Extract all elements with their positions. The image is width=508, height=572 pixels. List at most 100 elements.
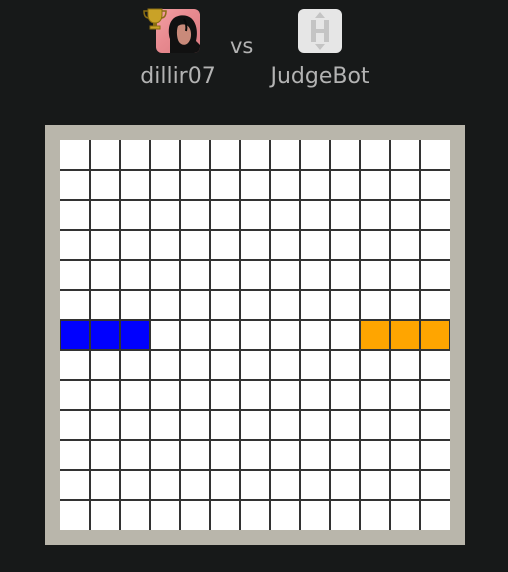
board-cell-5-12[interactable] — [420, 290, 450, 320]
board-cell-12-2[interactable] — [120, 500, 150, 530]
board-cell-7-6[interactable] — [240, 350, 270, 380]
board-cell-1-12[interactable] — [420, 170, 450, 200]
board-cell-9-7[interactable] — [270, 410, 300, 440]
board-cell-3-1[interactable] — [90, 230, 120, 260]
board-cell-4-7[interactable] — [270, 260, 300, 290]
board-cell-0-11[interactable] — [390, 140, 420, 170]
board-cell-12-12[interactable] — [420, 500, 450, 530]
board-cell-1-1[interactable] — [90, 170, 120, 200]
board-cell-7-9[interactable] — [330, 350, 360, 380]
board-cell-2-10[interactable] — [360, 200, 390, 230]
board-cell-9-8[interactable] — [300, 410, 330, 440]
board-cell-5-1[interactable] — [90, 290, 120, 320]
board-cell-8-12[interactable] — [420, 380, 450, 410]
board-cell-9-5[interactable] — [210, 410, 240, 440]
board-cell-10-2[interactable] — [120, 440, 150, 470]
board-cell-8-4[interactable] — [180, 380, 210, 410]
board-cell-6-9[interactable] — [330, 320, 360, 350]
board-cell-3-12[interactable] — [420, 230, 450, 260]
board-cell-10-7[interactable] — [270, 440, 300, 470]
board-cell-0-5[interactable] — [210, 140, 240, 170]
board-cell-5-8[interactable] — [300, 290, 330, 320]
board-cell-3-6[interactable] — [240, 230, 270, 260]
game-board[interactable] — [60, 140, 450, 530]
board-cell-6-3[interactable] — [150, 320, 180, 350]
board-cell-4-8[interactable] — [300, 260, 330, 290]
board-cell-1-2[interactable] — [120, 170, 150, 200]
board-cell-12-10[interactable] — [360, 500, 390, 530]
board-cell-9-4[interactable] — [180, 410, 210, 440]
board-cell-2-8[interactable] — [300, 200, 330, 230]
board-cell-3-10[interactable] — [360, 230, 390, 260]
board-cell-10-4[interactable] — [180, 440, 210, 470]
board-cell-1-10[interactable] — [360, 170, 390, 200]
board-cell-5-10[interactable] — [360, 290, 390, 320]
board-cell-5-0[interactable] — [60, 290, 90, 320]
board-cell-10-0[interactable] — [60, 440, 90, 470]
board-cell-3-5[interactable] — [210, 230, 240, 260]
board-cell-12-5[interactable] — [210, 500, 240, 530]
board-cell-0-9[interactable] — [330, 140, 360, 170]
board-cell-1-3[interactable] — [150, 170, 180, 200]
board-cell-6-7[interactable] — [270, 320, 300, 350]
board-cell-0-12[interactable] — [420, 140, 450, 170]
board-cell-11-11[interactable] — [390, 470, 420, 500]
board-cell-8-7[interactable] — [270, 380, 300, 410]
board-cell-3-9[interactable] — [330, 230, 360, 260]
board-cell-10-11[interactable] — [390, 440, 420, 470]
board-cell-9-6[interactable] — [240, 410, 270, 440]
board-cell-11-1[interactable] — [90, 470, 120, 500]
board-cell-10-3[interactable] — [150, 440, 180, 470]
board-cell-8-11[interactable] — [390, 380, 420, 410]
board-cell-8-6[interactable] — [240, 380, 270, 410]
board-cell-7-1[interactable] — [90, 350, 120, 380]
board-cell-1-0[interactable] — [60, 170, 90, 200]
board-cell-8-5[interactable] — [210, 380, 240, 410]
board-cell-7-4[interactable] — [180, 350, 210, 380]
board-cell-7-11[interactable] — [390, 350, 420, 380]
board-cell-0-8[interactable] — [300, 140, 330, 170]
board-cell-7-10[interactable] — [360, 350, 390, 380]
board-cell-9-12[interactable] — [420, 410, 450, 440]
board-cell-4-5[interactable] — [210, 260, 240, 290]
board-cell-6-8[interactable] — [300, 320, 330, 350]
board-cell-7-7[interactable] — [270, 350, 300, 380]
board-cell-3-7[interactable] — [270, 230, 300, 260]
board-cell-2-1[interactable] — [90, 200, 120, 230]
board-cell-1-8[interactable] — [300, 170, 330, 200]
board-cell-10-9[interactable] — [330, 440, 360, 470]
board-cell-4-11[interactable] — [390, 260, 420, 290]
board-cell-9-11[interactable] — [390, 410, 420, 440]
board-cell-12-6[interactable] — [240, 500, 270, 530]
board-cell-3-4[interactable] — [180, 230, 210, 260]
board-cell-12-0[interactable] — [60, 500, 90, 530]
board-cell-7-0[interactable] — [60, 350, 90, 380]
board-cell-11-9[interactable] — [330, 470, 360, 500]
board-cell-2-12[interactable] — [420, 200, 450, 230]
board-cell-11-10[interactable] — [360, 470, 390, 500]
board-cell-11-3[interactable] — [150, 470, 180, 500]
board-cell-4-9[interactable] — [330, 260, 360, 290]
board-cell-2-0[interactable] — [60, 200, 90, 230]
board-cell-9-3[interactable] — [150, 410, 180, 440]
board-cell-8-8[interactable] — [300, 380, 330, 410]
board-cell-9-10[interactable] — [360, 410, 390, 440]
board-cell-12-9[interactable] — [330, 500, 360, 530]
board-cell-12-11[interactable] — [390, 500, 420, 530]
board-cell-2-11[interactable] — [390, 200, 420, 230]
board-cell-4-10[interactable] — [360, 260, 390, 290]
board-cell-1-11[interactable] — [390, 170, 420, 200]
board-cell-12-3[interactable] — [150, 500, 180, 530]
board-cell-7-8[interactable] — [300, 350, 330, 380]
board-cell-1-9[interactable] — [330, 170, 360, 200]
board-cell-3-11[interactable] — [390, 230, 420, 260]
board-cell-10-8[interactable] — [300, 440, 330, 470]
board-cell-6-6[interactable] — [240, 320, 270, 350]
board-cell-0-4[interactable] — [180, 140, 210, 170]
board-cell-10-1[interactable] — [90, 440, 120, 470]
board-cell-9-9[interactable] — [330, 410, 360, 440]
board-cell-12-8[interactable] — [300, 500, 330, 530]
board-cell-2-3[interactable] — [150, 200, 180, 230]
board-cell-11-5[interactable] — [210, 470, 240, 500]
board-cell-0-7[interactable] — [270, 140, 300, 170]
